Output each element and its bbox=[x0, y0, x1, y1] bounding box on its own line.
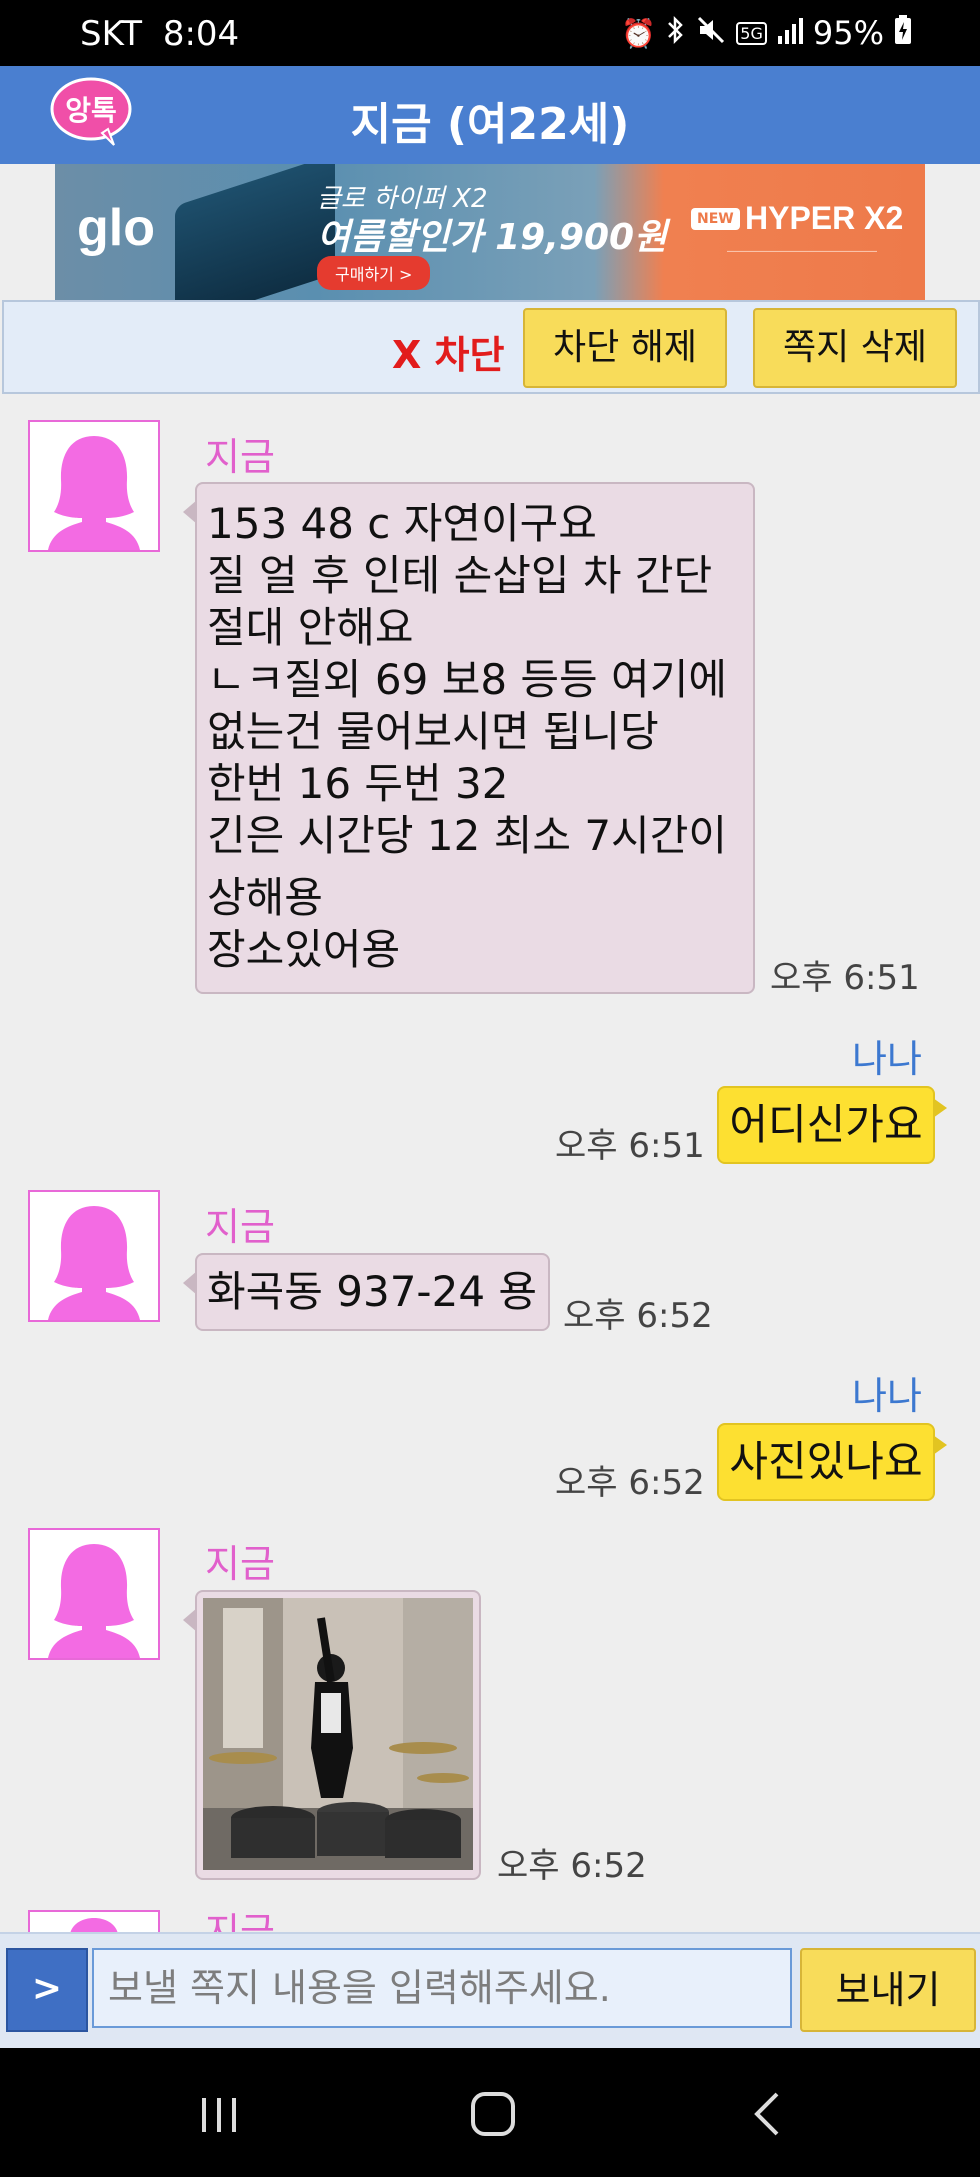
female-avatar-icon bbox=[70, 1918, 118, 1932]
mute-icon bbox=[696, 15, 726, 52]
message-time: 오후 6:52 bbox=[497, 1846, 647, 1886]
page-title: 지금 (여22세) bbox=[350, 99, 630, 150]
ad-new-badge: NEW bbox=[691, 208, 740, 230]
carrier-label: SKT bbox=[80, 14, 143, 54]
message-line: 상해용 bbox=[207, 873, 323, 922]
message-time: 오후 6:52 bbox=[563, 1296, 713, 1336]
alarm-icon: ⏰ bbox=[621, 16, 657, 50]
avatar[interactable] bbox=[28, 1190, 160, 1322]
message-composer: > 보내기 bbox=[0, 1932, 980, 2050]
send-button[interactable]: 보내기 bbox=[800, 1948, 976, 2032]
message-line: 한번 16 두번 32 bbox=[207, 759, 509, 808]
message-line: 화곡동 937-24 용 bbox=[207, 1267, 538, 1316]
clock: 8:04 bbox=[162, 14, 240, 54]
photo-image bbox=[203, 1598, 473, 1870]
message-bubble[interactable]: 화곡동 937-24 용 bbox=[183, 1253, 550, 1331]
sender-name: 지금 bbox=[205, 435, 275, 479]
avatar[interactable] bbox=[28, 1910, 160, 1932]
message-line: 없는건 물어보시면 됩니당 bbox=[207, 707, 659, 756]
status-left: SKT 8:04 bbox=[80, 14, 239, 54]
message-line: ㄴㅋ질외 69 보8 등등 여기에 bbox=[207, 655, 727, 704]
message-line: 153 48 c 자연이구요 bbox=[207, 499, 597, 548]
female-avatar-icon bbox=[48, 1206, 140, 1320]
message-input[interactable] bbox=[92, 1948, 792, 2028]
recent-apps-icon[interactable] bbox=[174, 2084, 264, 2144]
ad-fine-print: ――――――――――――――― bbox=[727, 246, 877, 257]
image-message-bubble[interactable] bbox=[183, 1590, 481, 1880]
message-photo[interactable] bbox=[203, 1598, 473, 1870]
status-right: ⏰ 5G 95% bbox=[621, 14, 912, 52]
back-icon[interactable] bbox=[722, 2084, 812, 2144]
message-time: 오후 6:52 bbox=[555, 1463, 705, 1503]
sender-name: 지금 bbox=[205, 1912, 275, 1932]
message-time: 오후 6:51 bbox=[555, 1126, 705, 1166]
battery-charging-icon bbox=[894, 14, 912, 52]
bluetooth-icon bbox=[666, 15, 686, 52]
sender-name: 지금 bbox=[205, 1542, 275, 1586]
female-avatar-icon bbox=[48, 1544, 140, 1658]
sender-name: 나나 bbox=[852, 1037, 922, 1081]
message-text: 어디신가요 bbox=[729, 1100, 923, 1149]
unblock-button[interactable]: 차단 해제 bbox=[523, 308, 727, 388]
signal-icon bbox=[777, 16, 803, 51]
avatar[interactable] bbox=[28, 420, 160, 552]
sender-name: 지금 bbox=[205, 1205, 275, 1249]
message-line: 긴은 시간당 12 최소 7시간이 bbox=[207, 811, 727, 860]
female-avatar-icon bbox=[48, 436, 140, 550]
battery-label: 95% bbox=[812, 14, 884, 52]
message-bubble[interactable]: 153 48 c 자연이구요 질 얼 후 인테 손삽입 차 간단 절대 안해요 … bbox=[183, 482, 755, 994]
block-button[interactable]: X 차단 bbox=[392, 324, 504, 379]
message-line: 장소있어용 bbox=[207, 925, 401, 974]
ad-product-name: HYPER X2 bbox=[745, 200, 904, 236]
ad-banner[interactable]: glo 글로 하이퍼 X2 여름할인가 19,900원 구매하기 > NEW H… bbox=[55, 164, 925, 300]
message-bubble[interactable]: 사진있나요 bbox=[717, 1423, 947, 1501]
ad-price-line: 여름할인가 19,900원 bbox=[317, 217, 668, 258]
action-bar: X 차단 차단 해제 쪽지 삭제 bbox=[2, 300, 980, 394]
message-text: 사진있나요 bbox=[729, 1437, 923, 1486]
message-line: 질 얼 후 인테 손삽입 차 간단 bbox=[207, 551, 713, 600]
delete-message-button[interactable]: 쪽지 삭제 bbox=[753, 308, 957, 388]
app-header: 앙톡 지금 (여22세) bbox=[0, 66, 980, 164]
home-icon[interactable] bbox=[448, 2084, 538, 2144]
system-nav-bar bbox=[0, 2048, 980, 2177]
sender-name: 나나 bbox=[852, 1374, 922, 1418]
avatar[interactable] bbox=[28, 1528, 160, 1660]
ad-brand-logo: glo bbox=[77, 199, 155, 257]
composer-toggle-button[interactable]: > bbox=[6, 1948, 88, 2032]
ad-product-image bbox=[175, 164, 335, 300]
ad-cta-button[interactable]: 구매하기 > bbox=[317, 256, 431, 290]
message-bubble[interactable]: 어디신가요 bbox=[717, 1086, 947, 1164]
status-bar: SKT 8:04 ⏰ 5G 95% bbox=[0, 0, 980, 66]
message-time: 오후 6:51 bbox=[770, 958, 920, 998]
network-5g-icon: 5G bbox=[736, 21, 767, 45]
message-line: 절대 안해요 bbox=[207, 603, 414, 652]
